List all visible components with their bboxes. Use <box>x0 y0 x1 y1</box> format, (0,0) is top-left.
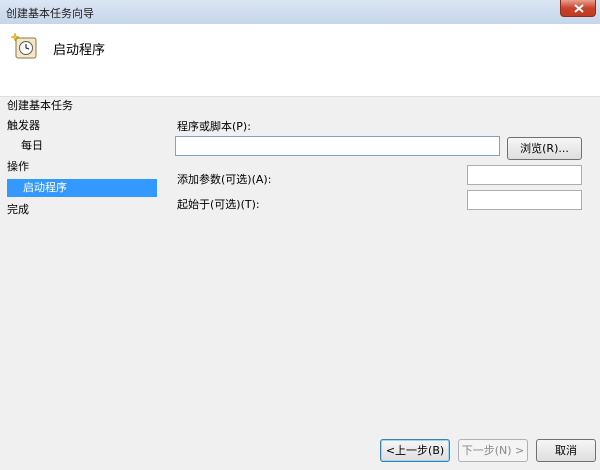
start-in-label: 起始于(可选)(T): <box>177 198 260 211</box>
close-icon <box>574 4 584 13</box>
wizard-header: 启动程序 <box>0 24 600 97</box>
step-daily: 每日 <box>21 139 43 152</box>
step-start-program: 启动程序 <box>7 179 157 197</box>
back-button[interactable]: <上一步(B) <box>380 439 450 462</box>
next-button[interactable]: 下一步(N) > <box>458 439 528 462</box>
step-action: 操作 <box>7 160 29 173</box>
title-bar: 创建基本任务向导 <box>0 0 600 24</box>
scheduled-task-icon <box>10 32 37 59</box>
cancel-button[interactable]: 取消 <box>536 439 596 462</box>
arguments-label: 添加参数(可选)(A): <box>177 173 272 186</box>
page-title: 启动程序 <box>53 43 106 58</box>
wizard-steps: 创建基本任务 触发器 每日 操作 启动程序 完成 <box>0 97 160 397</box>
window-title: 创建基本任务向导 <box>6 7 94 20</box>
arguments-input[interactable] <box>467 165 582 185</box>
step-finish: 完成 <box>7 203 29 216</box>
start-in-input[interactable] <box>467 190 582 210</box>
program-label: 程序或脚本(P): <box>177 120 251 133</box>
browse-button[interactable]: 浏览(R)... <box>507 137 582 160</box>
program-input[interactable] <box>175 136 500 156</box>
step-trigger: 触发器 <box>7 119 40 132</box>
step-create-basic-task: 创建基本任务 <box>7 99 73 112</box>
close-button[interactable] <box>560 0 596 17</box>
